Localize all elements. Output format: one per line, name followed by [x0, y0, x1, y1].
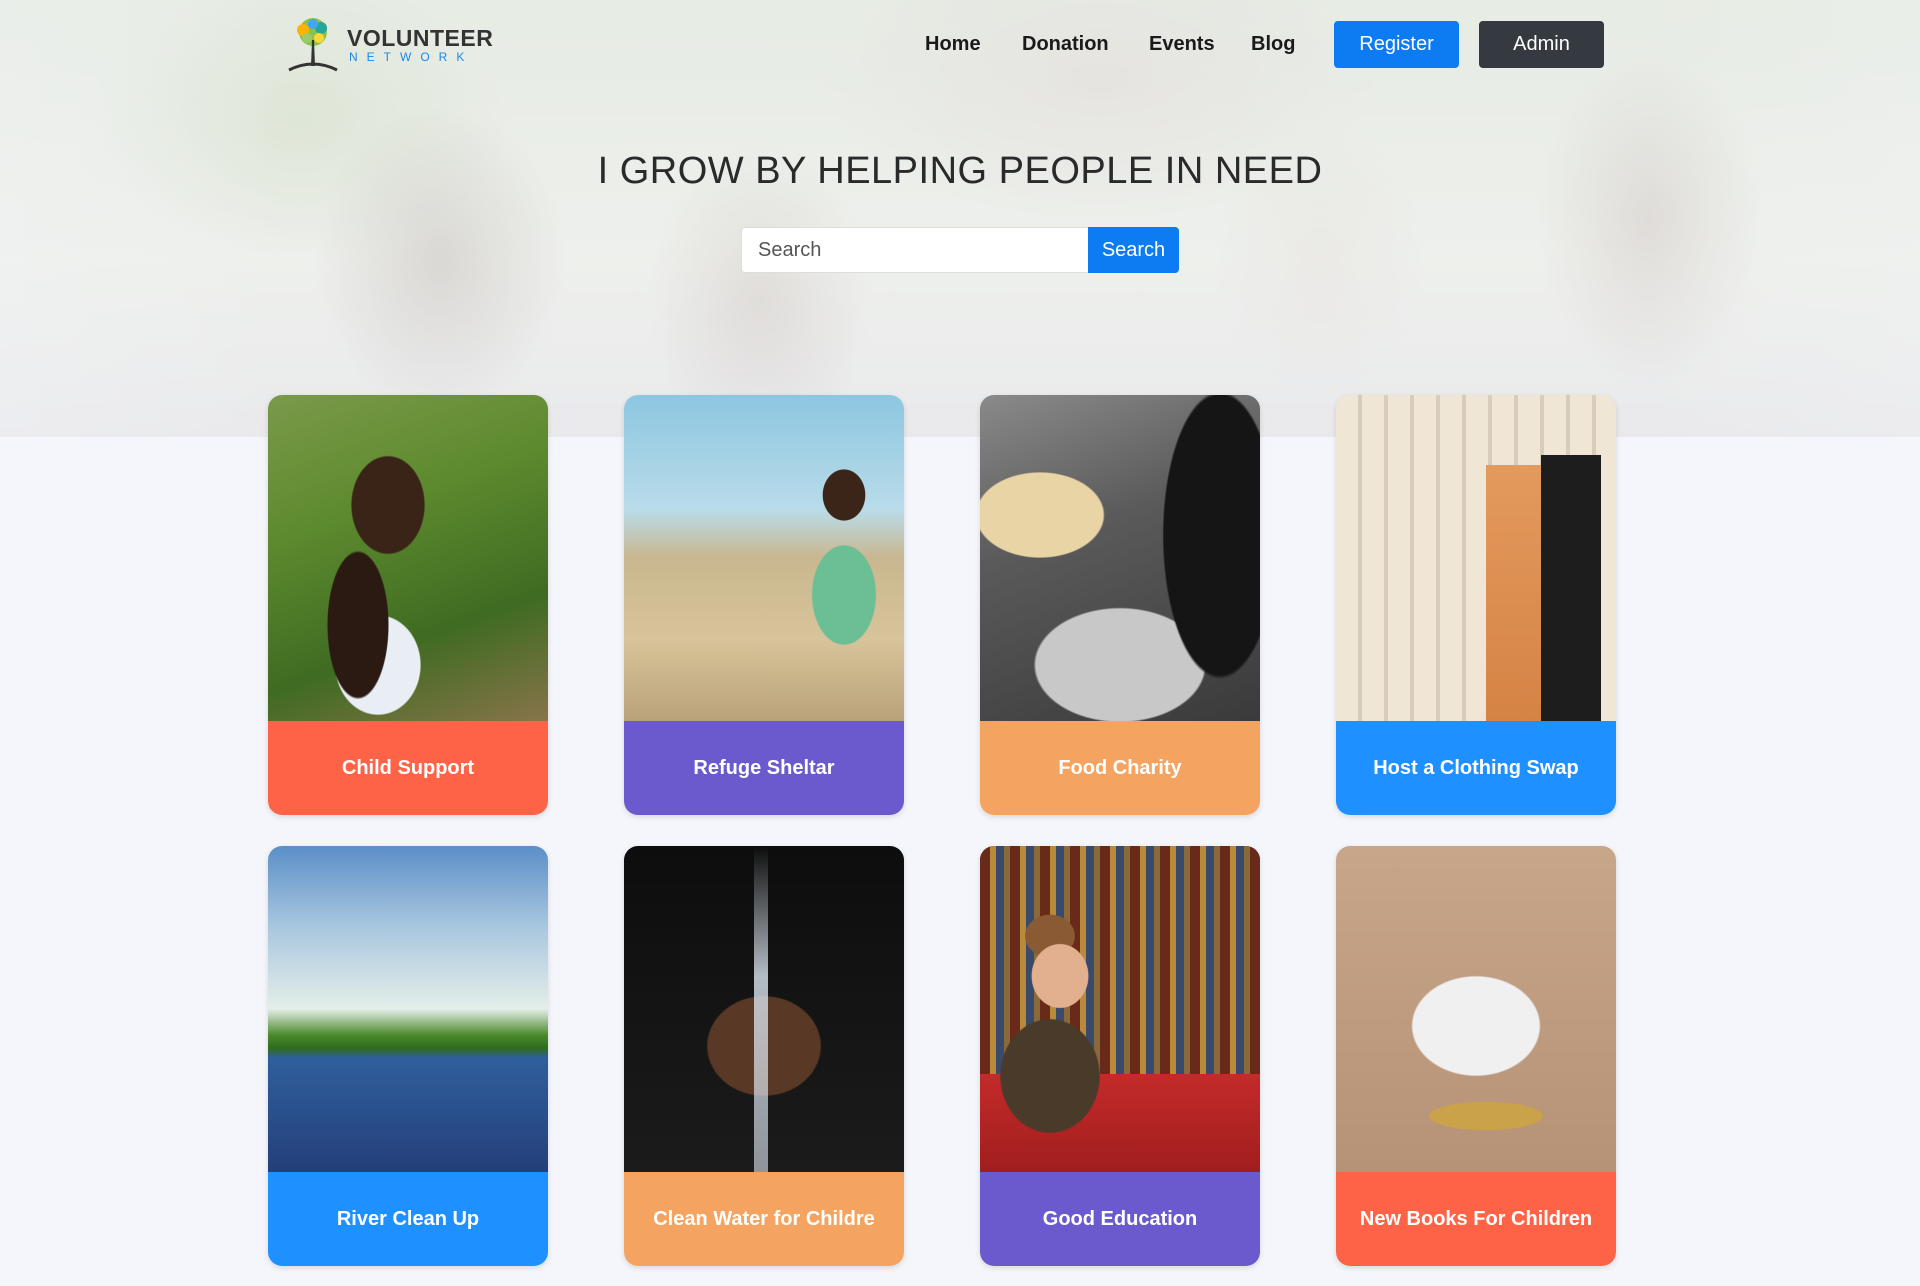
good-education-image — [980, 846, 1260, 1172]
search-button[interactable]: Search — [1088, 227, 1179, 273]
event-card-child-support[interactable]: Child Support — [268, 395, 548, 815]
card-label: New Books For Children — [1336, 1172, 1616, 1266]
new-books-image — [1336, 846, 1616, 1172]
card-label: Clean Water for Childre — [624, 1172, 904, 1266]
food-charity-image — [980, 395, 1260, 721]
admin-button[interactable]: Admin — [1479, 21, 1604, 68]
event-card-clothing-swap[interactable]: Host a Clothing Swap — [1336, 395, 1616, 815]
card-label: Good Education — [980, 1172, 1260, 1266]
nav-events[interactable]: Events — [1149, 33, 1215, 56]
register-button[interactable]: Register — [1334, 21, 1459, 68]
nav-donation[interactable]: Donation — [1022, 33, 1109, 56]
logo[interactable]: VOLUNTEER NETWORK — [285, 15, 493, 75]
nav-home[interactable]: Home — [925, 33, 981, 56]
card-label: Child Support — [268, 721, 548, 815]
event-card-river-clean-up[interactable]: River Clean Up — [268, 846, 548, 1266]
clothing-swap-image — [1336, 395, 1616, 721]
card-label: Refuge Sheltar — [624, 721, 904, 815]
logo-title: VOLUNTEER — [347, 25, 494, 51]
tree-logo-icon — [285, 16, 341, 74]
search-input[interactable] — [741, 227, 1088, 273]
event-card-new-books[interactable]: New Books For Children — [1336, 846, 1616, 1266]
search-bar: Search — [741, 227, 1179, 273]
child-support-image — [268, 395, 548, 721]
nav-blog[interactable]: Blog — [1251, 33, 1295, 56]
card-label: Food Charity — [980, 721, 1260, 815]
event-card-good-education[interactable]: Good Education — [980, 846, 1260, 1266]
page-headline: I GROW BY HELPING PEOPLE IN NEED — [597, 150, 1323, 192]
event-card-refuge-sheltar[interactable]: Refuge Sheltar — [624, 395, 904, 815]
river-image — [268, 846, 548, 1172]
logo-subtitle: NETWORK — [349, 50, 474, 64]
card-label: River Clean Up — [268, 1172, 548, 1266]
refuge-shelter-image — [624, 395, 904, 721]
event-card-food-charity[interactable]: Food Charity — [980, 395, 1260, 815]
event-card-clean-water[interactable]: Clean Water for Childre — [624, 846, 904, 1266]
card-label: Host a Clothing Swap — [1336, 721, 1616, 815]
clean-water-image — [624, 846, 904, 1172]
